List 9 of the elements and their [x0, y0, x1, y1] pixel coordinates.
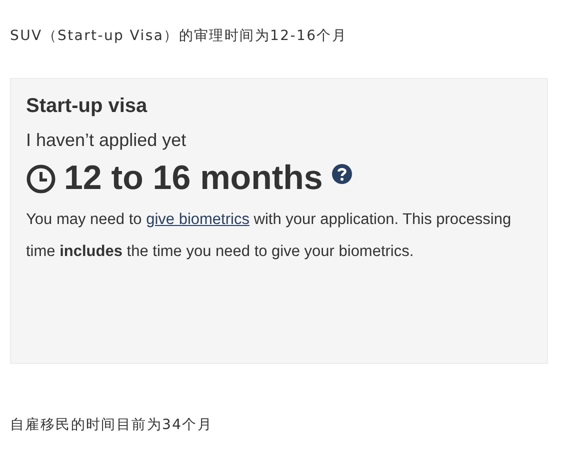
intro-text: SUV（Start-up Visa）的审理时间为12-16个月: [10, 27, 348, 45]
clock-icon: [26, 164, 56, 194]
biometrics-link[interactable]: give biometrics: [146, 211, 250, 228]
processing-time: 12 to 16 months: [64, 159, 323, 198]
help-icon[interactable]: [330, 163, 353, 185]
status-text: I haven’t applied yet: [26, 130, 186, 151]
outro-text: 自雇移民的时间目前为34个月: [10, 416, 213, 434]
visa-title: Start-up visa: [26, 95, 148, 118]
biometrics-note: You may need to give biometrics with your application. This processing time includes the time you need to give your biometrics.: [26, 210, 512, 262]
